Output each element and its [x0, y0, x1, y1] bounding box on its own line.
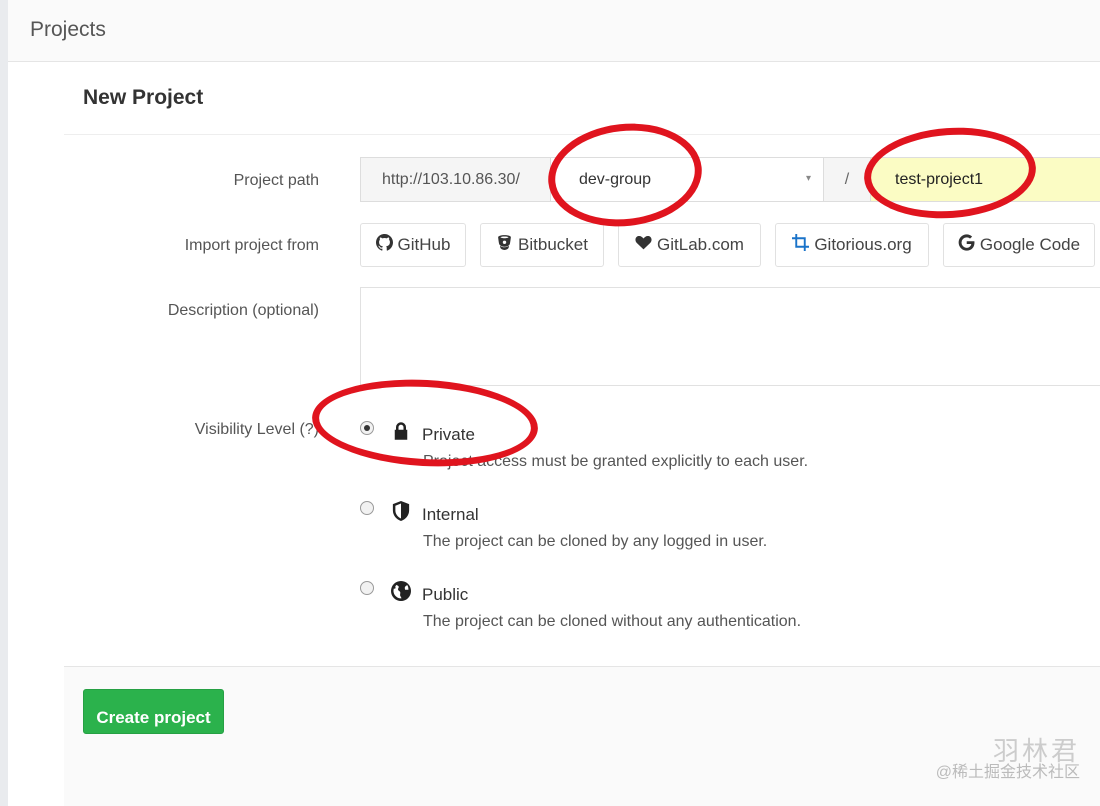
- globe-icon: [391, 581, 411, 601]
- github-icon: [375, 234, 393, 256]
- project-name-input[interactable]: test-project1: [870, 157, 1100, 202]
- path-separator: /: [824, 157, 870, 202]
- visibility-private-desc: Project access must be granted explicitl…: [423, 453, 809, 470]
- visibility-private-radio[interactable]: [360, 421, 374, 435]
- import-github-label: GitHub: [397, 235, 451, 254]
- heart-icon: [635, 234, 652, 256]
- google-icon: [958, 234, 975, 256]
- watermark: 羽林君 @稀土掘金技术社区: [935, 736, 1080, 784]
- project-path-label: Project path: [233, 172, 319, 189]
- import-gitlab-button[interactable]: GitLab.com: [618, 223, 761, 267]
- create-project-button[interactable]: Create project: [83, 689, 224, 734]
- import-google-code-label: Google Code: [979, 235, 1081, 254]
- path-prefix: http://103.10.86.30/: [360, 157, 550, 202]
- visibility-private-title: Private: [422, 425, 475, 444]
- new-project-form: [64, 134, 1100, 666]
- visibility-internal-desc: The project can be cloned by any logged …: [423, 533, 768, 550]
- left-edge-strip: [0, 0, 8, 806]
- import-project-label: Import project from: [184, 237, 319, 254]
- import-github-button[interactable]: GitHub: [360, 223, 466, 267]
- visibility-public-radio[interactable]: [360, 581, 374, 595]
- visibility-internal-radio[interactable]: [360, 501, 374, 515]
- lock-icon: [391, 421, 411, 441]
- shield-icon: [391, 501, 411, 521]
- bitbucket-icon: [496, 234, 513, 256]
- watermark-author: 羽林君: [992, 736, 1080, 766]
- visibility-level-label: Visibility Level (?): [194, 421, 319, 438]
- import-bitbucket-button[interactable]: Bitbucket: [480, 223, 604, 267]
- visibility-public-desc: The project can be cloned without any au…: [423, 613, 802, 630]
- page-title: New Project: [83, 86, 204, 109]
- description-textarea[interactable]: [360, 287, 1100, 386]
- watermark-source: @稀土掘金技术社区: [935, 764, 1080, 781]
- import-bitbucket-label: Bitbucket: [518, 235, 588, 254]
- topbar-title: Projects: [30, 18, 106, 41]
- import-gitorious-button[interactable]: Gitorious.org: [775, 223, 929, 267]
- import-gitorious-label: Gitorious.org: [814, 235, 912, 254]
- top-bar: Projects: [8, 0, 1100, 62]
- chevron-down-icon: ▾: [805, 173, 811, 184]
- import-google-code-button[interactable]: Google Code: [943, 223, 1095, 267]
- namespace-select[interactable]: dev-group ▾: [550, 157, 824, 202]
- namespace-value: dev-group: [579, 171, 652, 188]
- visibility-internal-title: Internal: [422, 505, 479, 524]
- crop-icon: [792, 234, 810, 256]
- description-label: Description (optional): [167, 302, 319, 319]
- form-actions-bar: [64, 666, 1100, 806]
- import-gitlab-label: GitLab.com: [657, 235, 744, 254]
- visibility-public-title: Public: [422, 585, 469, 604]
